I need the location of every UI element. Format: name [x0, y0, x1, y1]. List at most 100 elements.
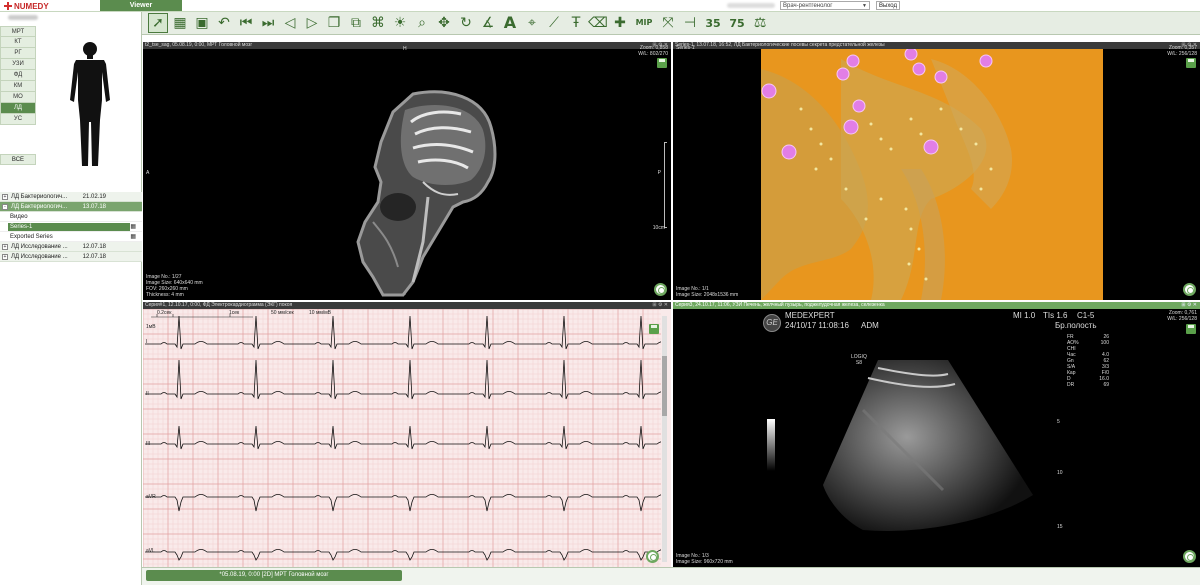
us-param-row: DR 69	[1067, 382, 1109, 388]
modality-item[interactable]: КМ	[0, 81, 36, 92]
viewport-header: Серия#1, 12.10.17, 0:00, ФД Электрокарди…	[143, 302, 671, 309]
series-icon[interactable]: ⧉	[346, 13, 366, 33]
role-select[interactable]: Врач-рентгенолог ▼	[780, 1, 870, 10]
viewport-settings-button[interactable]	[1183, 550, 1196, 563]
study-row[interactable]: + ЛД Исследование ... 12.07.18	[0, 252, 142, 262]
crosshair-icon[interactable]: ✚	[610, 13, 630, 33]
ruler-icon[interactable]: ⟋	[544, 13, 564, 33]
mri-brain-image	[356, 90, 497, 297]
series-label: Series-1	[676, 45, 695, 51]
modality-item[interactable]: УС	[0, 114, 36, 125]
mi-label: MI 1.0	[1013, 311, 1036, 320]
exported-series-item[interactable]: Exported Series ▦	[0, 232, 142, 242]
depth-tick-label: 5	[1057, 419, 1060, 425]
tab-viewer[interactable]: Viewer	[100, 0, 182, 11]
pointer-tool-icon[interactable]: ➚	[148, 13, 168, 33]
study-row[interactable]: + ЛД Исследование ... 12.07.18	[0, 242, 142, 252]
viewer-toolbar: ➚ ▦ ▣ ↶ ⏮ ⏭ ◁ ▷ ❐ ⧉ ⌘ ☀ ⌕ ✥ ↻ ∡ A ⌖ ⟋ Ŧ …	[142, 12, 1200, 35]
collapse-icon[interactable]: -	[2, 203, 8, 210]
scale-label: 10cm	[652, 225, 665, 231]
viewport-controls-icon[interactable]: ⊞ ⚙ ✕	[652, 302, 668, 309]
viewport-settings-button[interactable]	[654, 283, 667, 296]
undo-icon[interactable]: ↶	[214, 13, 234, 33]
scale-icon[interactable]: ⚖	[750, 13, 770, 33]
next-frame-icon[interactable]: ▷	[302, 13, 322, 33]
modality-item[interactable]: ЛД	[0, 103, 36, 114]
layout-grid-icon[interactable]: ▦	[170, 13, 190, 33]
study-row-open[interactable]: - ЛД Бактериологич... 13.07.18	[0, 202, 142, 212]
copy-icon[interactable]: ❐	[324, 13, 344, 33]
scrollbar-thumb[interactable]	[662, 356, 667, 416]
medical-cross-icon	[4, 2, 12, 10]
viewport-ultrasound[interactable]: Серия3, 24.10.17, 11:06, УЗИ Печень, жел…	[673, 302, 1200, 567]
viewport-header: t2_tse_sag, 05.08.19, 0:00, МРТ Головной…	[143, 42, 671, 49]
vertical-scrollbar[interactable]	[662, 316, 667, 562]
orientation-left: A	[146, 170, 150, 176]
preset-35-button[interactable]: 35	[702, 13, 724, 33]
prev-frame-icon[interactable]: ◁	[280, 13, 300, 33]
zoom-info: Zoom: 0,761 W/L: 256/128	[1167, 310, 1197, 322]
modality-item[interactable]: УЗИ	[0, 59, 36, 70]
cursor-icon[interactable]: ⤧	[658, 13, 678, 33]
last-frame-icon[interactable]: ⏭	[258, 13, 278, 33]
logo-text: NUMEDY	[14, 1, 49, 11]
app-logo[interactable]: NUMEDY	[4, 1, 49, 11]
probe-label: C1-5	[1077, 311, 1095, 320]
pan-icon[interactable]: ✥	[434, 13, 454, 33]
viewport-bacteriology[interactable]: Series-1, 13.07.18, 16:52, ЛД Бактериоло…	[673, 42, 1200, 300]
viewport-ecg[interactable]: Серия#1, 12.10.17, 0:00, ФД Электрокарди…	[143, 302, 671, 567]
modality-item[interactable]: ФД	[0, 70, 36, 81]
save-icon[interactable]	[1186, 58, 1196, 68]
viewport-header: Series-1, 13.07.18, 16:52, ЛД Бактериоло…	[673, 42, 1200, 49]
left-sidebar: МРТ КТ РГ УЗИ ФД КМ МО ЛД УС ВСЕ + ЛД Бактериоло…	[0, 12, 142, 585]
angle-icon[interactable]: ∡	[478, 13, 498, 33]
first-frame-icon[interactable]: ⏮	[236, 13, 256, 33]
depth-tick-label: 10	[1057, 470, 1063, 476]
save-icon[interactable]	[649, 324, 659, 334]
viewport-mri[interactable]: t2_tse_sag, 05.08.19, 0:00, МРТ Головной…	[143, 42, 671, 300]
expand-icon[interactable]: +	[2, 253, 8, 260]
lead-label: aVL	[146, 548, 155, 554]
body-figure[interactable]	[62, 40, 118, 168]
zoom-icon[interactable]: ⌕	[412, 13, 432, 33]
open-study-tab[interactable]: *05.08.19, 0:00 [2D] МРТ Головной мозг	[146, 570, 402, 581]
expand-icon[interactable]: +	[2, 193, 8, 200]
viewport-settings-button[interactable]	[646, 550, 659, 563]
video-item[interactable]: Видео	[0, 212, 142, 222]
brand-label: MEDEXPERT	[785, 311, 835, 320]
preset-75-button[interactable]: 75	[726, 13, 748, 33]
zoom-info: Zoom: 0,858 W/L: 802/270	[638, 45, 668, 57]
modality-item[interactable]: КТ	[0, 37, 36, 48]
culture-plate-image	[761, 49, 1103, 300]
lead-label: I	[146, 339, 148, 345]
save-icon[interactable]: ▣	[192, 13, 212, 33]
expand-icon[interactable]: +	[2, 243, 8, 250]
viewport-controls-icon[interactable]: ⊞ ⚙ ✕	[1181, 302, 1197, 309]
save-icon[interactable]	[1186, 324, 1196, 334]
modality-item[interactable]: РГ	[0, 48, 36, 59]
role-select-value: Врач-рентгенолог	[783, 3, 833, 9]
target-icon[interactable]: ⌖	[522, 13, 542, 33]
modality-list: МРТ КТ РГ УЗИ ФД КМ МО ЛД УС	[0, 26, 36, 125]
mip-button[interactable]: MIP	[632, 13, 656, 33]
viewport-settings-button[interactable]	[1183, 283, 1196, 296]
logout-button[interactable]: Выход	[876, 1, 900, 10]
modality-item[interactable]: МО	[0, 92, 36, 103]
rotate-icon[interactable]: ↻	[456, 13, 476, 33]
series-item[interactable]: Series-1 ▦	[0, 222, 142, 232]
orientation-top: H	[403, 46, 407, 52]
scale-bar	[664, 142, 667, 228]
text-annotation-icon[interactable]: A	[500, 13, 520, 33]
study-list: + ЛД Бактериологич... 21.02.19 - ЛД Бакт…	[0, 192, 142, 262]
measure-icon[interactable]: ⊣	[680, 13, 700, 33]
modality-all-button[interactable]: ВСЕ	[0, 154, 36, 165]
save-icon[interactable]	[657, 58, 667, 68]
modality-item[interactable]: МРТ	[0, 26, 36, 37]
image-info: Image No.: 1/1 Image Size: 2048x1536 mm	[676, 286, 739, 298]
zoom-info: Zoom: 0,357 W/L: 256/128	[1167, 45, 1197, 57]
text-size-icon[interactable]: Ŧ	[566, 13, 586, 33]
study-row[interactable]: + ЛД Бактериологич... 21.02.19	[0, 192, 142, 202]
video-icon[interactable]: ⌘	[368, 13, 388, 33]
eraser-icon[interactable]: ⌫	[588, 13, 608, 33]
brightness-icon[interactable]: ☀	[390, 13, 410, 33]
